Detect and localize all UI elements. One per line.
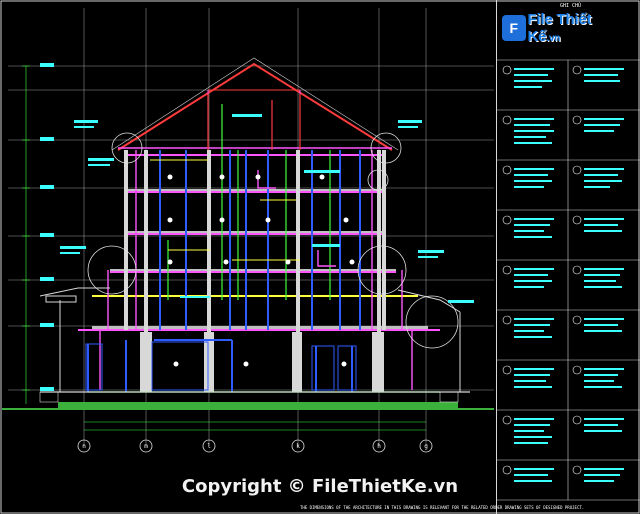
grid-bubble-labels: n m l k h g — [82, 443, 428, 450]
grid-label-g: g — [424, 443, 428, 450]
grid-label-m: m — [144, 443, 148, 450]
legend-panel — [496, 0, 640, 514]
level-markers — [40, 63, 54, 391]
grid-label-h: h — [377, 443, 381, 450]
grid-label-k: k — [296, 443, 300, 450]
roof — [111, 57, 399, 151]
logo-mark-icon: F — [502, 15, 526, 41]
footer-note: THE DIMENSIONS OF THE ARCHITECTURE IN TH… — [300, 505, 585, 510]
bottom-dimension — [84, 421, 426, 431]
grid-label-n: n — [82, 443, 86, 450]
canopies — [39, 287, 461, 392]
legend-title: GHI CHÚ — [560, 3, 582, 9]
ground-line — [2, 391, 494, 410]
copyright-watermark: Copyright © FileThietKe.vn — [181, 476, 459, 497]
logo-tld: .vn — [546, 33, 561, 44]
logo-text: File Thiết Kế.vn — [528, 11, 612, 45]
left-dimension-chain — [22, 65, 30, 404]
grid-label-l: l — [207, 443, 211, 450]
filethietke-logo: F File Thiết Kế.vn — [502, 11, 612, 45]
ducts-yellow — [150, 159, 300, 261]
